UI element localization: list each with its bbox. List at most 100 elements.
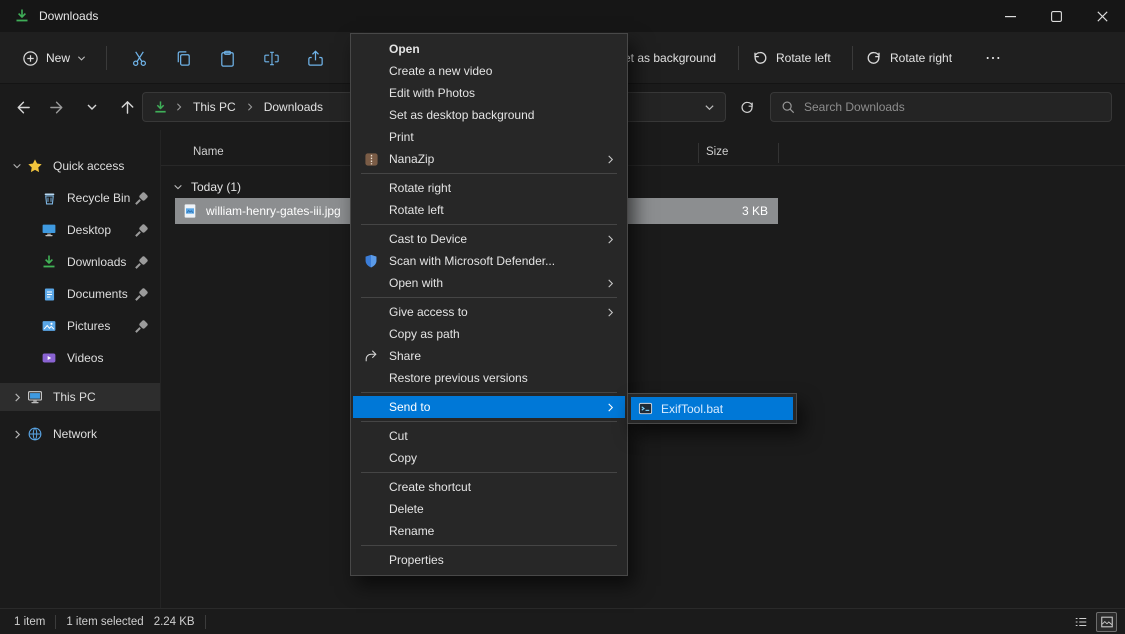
rotate-right-label: Rotate right <box>890 51 952 65</box>
recent-locations-button[interactable] <box>82 93 102 121</box>
menu-item-edit-with-photos[interactable]: Edit with Photos <box>353 82 625 104</box>
sidebar-item-quick-access[interactable]: Quick access <box>0 152 160 180</box>
sidebar-item-videos[interactable]: Videos <box>0 344 160 372</box>
menu-separator <box>361 224 617 225</box>
pin-icon <box>136 193 147 204</box>
column-divider[interactable] <box>778 143 779 163</box>
new-button[interactable]: New <box>12 43 96 74</box>
navigation-pane: Quick access Recycle Bin Desktop Downloa… <box>0 130 160 608</box>
details-view-button[interactable] <box>1070 612 1091 632</box>
menu-item-share[interactable]: Share <box>353 345 625 367</box>
rename-button[interactable] <box>249 40 293 76</box>
chevron-right-icon[interactable] <box>8 393 26 402</box>
copy-button[interactable] <box>161 40 205 76</box>
menu-item-set-as-desktop-background[interactable]: Set as desktop background <box>353 104 625 126</box>
title-bar[interactable]: Downloads <box>0 0 1125 32</box>
ellipsis-icon: ⋯ <box>985 48 1002 68</box>
submenu-arrow-icon <box>606 235 615 244</box>
search-box[interactable] <box>770 92 1112 122</box>
maximize-button[interactable] <box>1033 0 1079 32</box>
see-more-button[interactable]: ⋯ <box>985 32 1002 84</box>
rotate-left-button[interactable]: Rotate left <box>752 32 831 84</box>
menu-item-create-shortcut[interactable]: Create shortcut <box>353 476 625 498</box>
chevron-down-icon[interactable] <box>173 182 183 192</box>
paste-button[interactable] <box>205 40 249 76</box>
large-icons-view-button[interactable] <box>1096 612 1117 632</box>
breadcrumb-this-pc[interactable]: This PC <box>190 98 239 116</box>
menu-item-give-access-to[interactable]: Give access to <box>353 301 625 323</box>
new-button-label: New <box>46 51 70 65</box>
sidebar-label: Pictures <box>67 319 110 333</box>
menu-item-cast-to-device[interactable]: Cast to Device <box>353 228 625 250</box>
address-dropdown-icon[interactable] <box>704 102 715 113</box>
breadcrumb-chevron-icon <box>175 103 183 111</box>
search-input[interactable] <box>804 100 1101 114</box>
sidebar-item-downloads[interactable]: Downloads <box>0 248 160 276</box>
submenu-item-exiftool-bat[interactable]: ExifTool.bat <box>631 397 793 420</box>
rotate-left-icon <box>752 50 768 66</box>
chevron-down-icon[interactable] <box>8 161 26 171</box>
minimize-button[interactable] <box>987 0 1033 32</box>
forward-button[interactable] <box>47 93 67 121</box>
cut-button[interactable] <box>117 40 161 76</box>
share-button[interactable] <box>293 40 337 76</box>
menu-item-nanazip[interactable]: NanaZip <box>353 148 625 170</box>
file-explorer-window: { "colors": { "accent": "#0078d7", "sele… <box>0 0 1125 634</box>
menu-item-copy[interactable]: Copy <box>353 447 625 469</box>
menu-item-restore-previous-versions[interactable]: Restore previous versions <box>353 367 625 389</box>
pin-icon <box>136 289 147 300</box>
chevron-right-icon[interactable] <box>8 430 26 439</box>
rotate-left-label: Rotate left <box>776 51 831 65</box>
status-selection-size: 2.24 KB <box>154 616 195 628</box>
file-list-pane: Name Size Today (1) william-henry-gates-… <box>160 130 1125 608</box>
sidebar-item-this-pc[interactable]: This PC <box>0 383 160 411</box>
file-size: 3 KB <box>742 204 768 218</box>
menu-item-rename[interactable]: Rename <box>353 520 625 542</box>
refresh-button[interactable] <box>732 92 762 122</box>
status-bar: 1 item 1 item selected 2.24 KB <box>0 608 1125 634</box>
status-divider <box>205 615 206 629</box>
pin-icon <box>136 225 147 236</box>
column-header-name[interactable]: Name <box>193 146 224 158</box>
sidebar-item-pictures[interactable]: Pictures <box>0 312 160 340</box>
sidebar-item-recycle-bin[interactable]: Recycle Bin <box>0 184 160 212</box>
videos-icon <box>40 349 58 367</box>
sidebar-item-network[interactable]: Network <box>0 420 160 448</box>
column-header-size[interactable]: Size <box>706 146 728 158</box>
menu-separator <box>361 421 617 422</box>
plus-circle-icon <box>22 50 39 67</box>
menu-separator <box>361 472 617 473</box>
star-icon <box>26 157 44 175</box>
menu-item-send-to[interactable]: Send to <box>353 396 625 418</box>
menu-item-open-with[interactable]: Open with <box>353 272 625 294</box>
pin-icon <box>136 321 147 332</box>
menu-item-rotate-left[interactable]: Rotate left <box>353 199 625 221</box>
sidebar-item-documents[interactable]: Documents <box>0 280 160 308</box>
menu-item-create-a-new-video[interactable]: Create a new video <box>353 60 625 82</box>
column-divider[interactable] <box>698 143 699 163</box>
menu-item-scan-with-defender[interactable]: Scan with Microsoft Defender... <box>353 250 625 272</box>
menu-item-rotate-right[interactable]: Rotate right <box>353 177 625 199</box>
menu-item-print[interactable]: Print <box>353 126 625 148</box>
sidebar-label: Downloads <box>67 255 126 269</box>
menu-item-copy-as-path[interactable]: Copy as path <box>353 323 625 345</box>
window-controls <box>987 0 1125 32</box>
group-header-today[interactable]: Today (1) <box>173 176 241 198</box>
menu-item-cut[interactable]: Cut <box>353 425 625 447</box>
back-button[interactable] <box>12 93 32 121</box>
menu-item-delete[interactable]: Delete <box>353 498 625 520</box>
up-button[interactable] <box>117 93 137 121</box>
rotate-right-button[interactable]: Rotate right <box>866 32 952 84</box>
menu-item-properties[interactable]: Properties <box>353 549 625 571</box>
set-as-background-label: Set as background <box>616 51 716 65</box>
share-menu-icon <box>363 348 379 364</box>
submenu-item-label: ExifTool.bat <box>661 402 723 416</box>
submenu-arrow-icon <box>606 155 615 164</box>
sidebar-label: Quick access <box>53 159 124 173</box>
sidebar-item-desktop[interactable]: Desktop <box>0 216 160 244</box>
close-button[interactable] <box>1079 0 1125 32</box>
send-to-submenu: ExifTool.bat <box>627 393 797 424</box>
menu-item-open[interactable]: Open <box>353 38 625 60</box>
status-selection: 1 item selected <box>66 616 143 628</box>
breadcrumb-downloads[interactable]: Downloads <box>261 98 326 116</box>
